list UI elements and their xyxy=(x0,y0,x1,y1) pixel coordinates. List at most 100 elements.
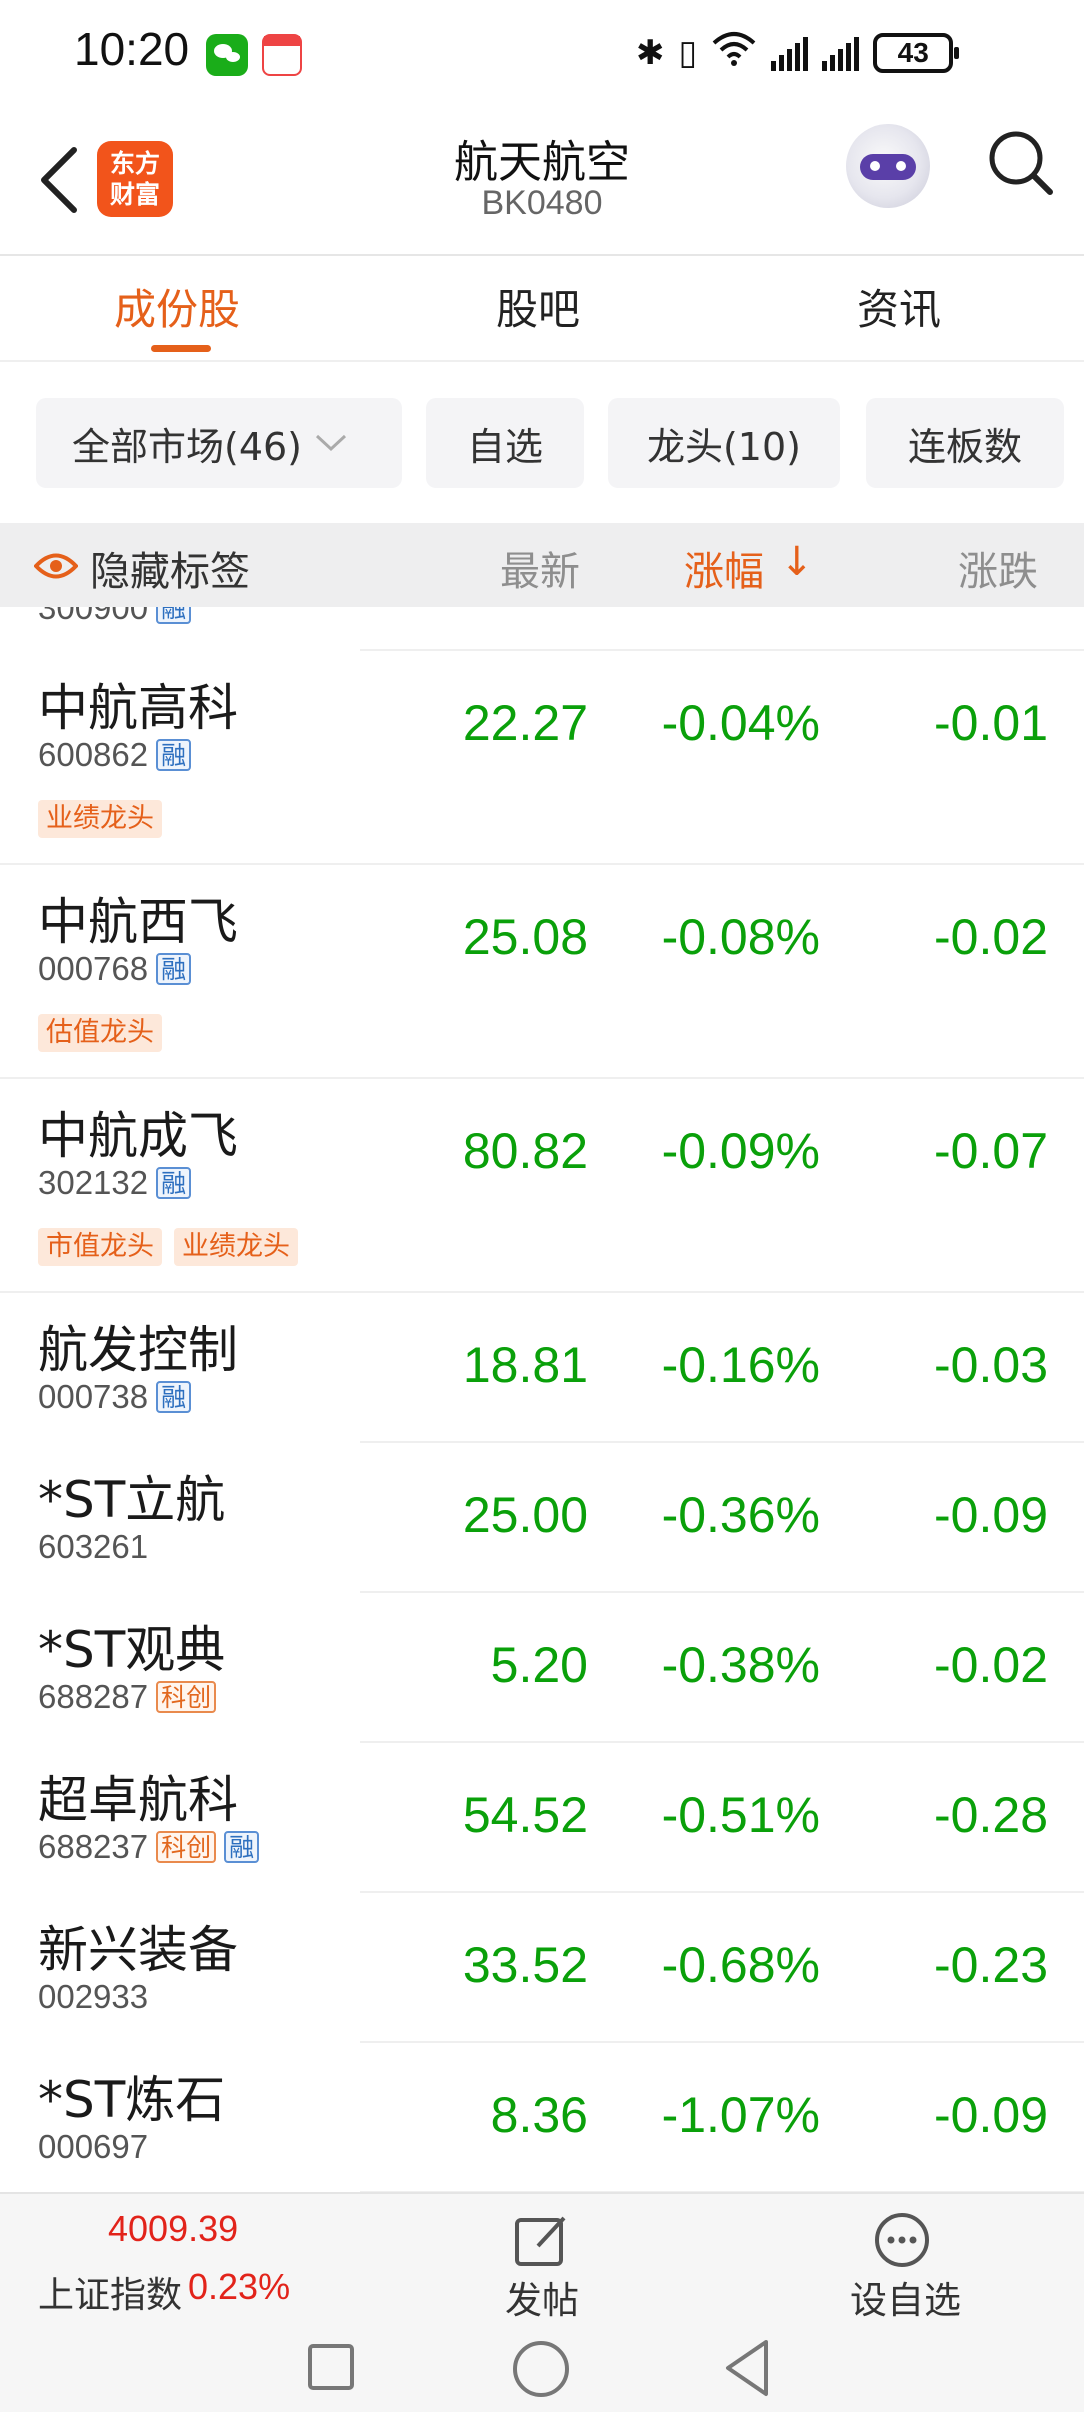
index-value[interactable]: 4009.39 xyxy=(108,2208,238,2250)
column-change-pct[interactable]: 涨幅 xyxy=(684,539,764,597)
leader-badge: 估值龙头 xyxy=(38,1014,162,1052)
stock-change-pct: -0.68% xyxy=(661,1937,820,1993)
stock-change: -0.23 xyxy=(934,1937,1048,1993)
stock-code: 302132 xyxy=(38,1164,149,1201)
margin-tag: 融 xyxy=(224,1831,260,1863)
market-filter-dropdown[interactable]: 全部市场(46) xyxy=(36,398,402,488)
stock-row[interactable]: 超卓航科 688237 科创融 54.52 -0.51% -0.28 xyxy=(0,1742,1084,1893)
margin-tag: 融 xyxy=(156,1167,192,1199)
post-button-label[interactable]: 发帖 xyxy=(505,2270,579,2324)
stock-row[interactable]: *ST立航 603261 25.00 -0.36% -0.09 xyxy=(0,1442,1084,1593)
stock-price: 5.20 xyxy=(490,1637,588,1693)
margin-tag: 融 xyxy=(156,739,192,771)
market-filter-label: 全部市场(46) xyxy=(72,424,303,469)
add-favorite-label[interactable]: 设自选 xyxy=(850,2270,961,2324)
status-time: 10:20 xyxy=(74,23,190,75)
stock-price: 80.82 xyxy=(462,1123,588,1179)
sort-arrow-icon: ↓ xyxy=(780,539,814,585)
stock-name: 中航高科 xyxy=(38,679,238,737)
nav-back-icon[interactable] xyxy=(722,2338,772,2398)
signal-icon-2 xyxy=(822,35,860,71)
stock-code: 300900 xyxy=(38,607,149,626)
column-latest[interactable]: 最新 xyxy=(500,539,580,597)
index-change[interactable]: 0.23% xyxy=(188,2266,290,2308)
stock-row[interactable]: *ST观典 688287 科创 5.20 -0.38% -0.02 xyxy=(0,1592,1084,1743)
search-icon xyxy=(989,131,1053,195)
assistant-robot-icon[interactable] xyxy=(846,124,930,208)
search-button[interactable] xyxy=(986,128,1056,198)
home-icon[interactable] xyxy=(513,2341,569,2397)
hide-tags-toggle[interactable]: 隐藏标签 xyxy=(90,539,250,597)
stock-row[interactable]: 航发控制 000738 融 18.81 -0.16% -0.03 xyxy=(0,1292,1084,1443)
partial-row: 300900 融 xyxy=(38,607,238,627)
stock-change: -0.01 xyxy=(934,695,1048,751)
header-divider xyxy=(0,254,1084,256)
leaders-filter-button[interactable]: 龙头(10) xyxy=(608,398,840,488)
leader-badge: 市值龙头 xyxy=(38,1228,162,1266)
more-dots-icon[interactable] xyxy=(874,2212,930,2268)
stock-name: 中航西飞 xyxy=(38,893,238,951)
tab-news[interactable]: 资讯 xyxy=(857,276,941,337)
stock-name: 航发控制 xyxy=(38,1321,238,1379)
tab-constituents[interactable]: 成份股 xyxy=(114,276,240,337)
tab-forum[interactable]: 股吧 xyxy=(496,276,580,337)
stock-change-pct: -1.07% xyxy=(661,2087,820,2143)
column-header: 隐藏标签 最新 涨幅 ↓ 涨跌 xyxy=(0,523,1084,607)
bluetooth-icon: ✱ xyxy=(636,33,665,73)
tab-active-indicator xyxy=(151,345,211,352)
tabs-divider xyxy=(0,360,1084,362)
leader-badge: 业绩龙头 xyxy=(174,1228,298,1266)
stock-code: 000738 xyxy=(38,1378,149,1415)
streak-filter-button[interactable]: 连板数 xyxy=(866,398,1064,488)
star-market-tag: 科创 xyxy=(156,1831,217,1863)
stock-change: -0.28 xyxy=(934,1787,1048,1843)
stock-price: 54.52 xyxy=(462,1787,588,1843)
stock-code: 603261 xyxy=(38,1528,149,1565)
calendar-icon xyxy=(262,34,302,76)
stock-code: 002933 xyxy=(38,1978,149,2015)
stock-row[interactable]: 新兴装备 002933 33.52 -0.68% -0.23 xyxy=(0,1892,1084,2043)
stock-row[interactable]: 中航西飞 000768 融估值龙头 25.08 -0.08% -0.02 xyxy=(0,864,1084,1079)
stock-change-pct: -0.38% xyxy=(661,1637,820,1693)
stock-price: 8.36 xyxy=(490,2087,588,2143)
signal-icon xyxy=(771,35,809,71)
stock-change: -0.03 xyxy=(934,1337,1048,1393)
wifi-icon xyxy=(711,31,757,76)
status-icons: ✱ ▯ 43 xyxy=(636,28,960,78)
eye-icon[interactable] xyxy=(33,545,79,591)
margin-tag: 融 xyxy=(156,953,192,985)
watchlist-filter-button[interactable]: 自选 xyxy=(426,398,584,488)
stock-change-pct: -0.36% xyxy=(661,1487,820,1543)
stock-price: 25.00 xyxy=(462,1487,588,1543)
stock-code: 000768 xyxy=(38,950,149,987)
column-change[interactable]: 涨跌 xyxy=(958,539,1038,597)
stock-price: 22.27 xyxy=(462,695,588,751)
stock-change-pct: -0.16% xyxy=(661,1337,820,1393)
stock-name: *ST观典 xyxy=(38,1621,226,1679)
stock-change-pct: -0.04% xyxy=(661,695,820,751)
post-edit-icon[interactable] xyxy=(514,2212,572,2268)
stock-row[interactable]: *ST炼石 000697 8.36 -1.07% -0.09 xyxy=(0,2042,1084,2193)
stock-name: 中航成飞 xyxy=(38,1107,238,1165)
stock-code: 000697 xyxy=(38,2128,149,2165)
stock-change-pct: -0.08% xyxy=(661,909,820,965)
margin-tag: 融 xyxy=(156,1381,192,1413)
star-market-tag: 科创 xyxy=(156,1681,217,1713)
stock-change: -0.09 xyxy=(934,2087,1048,2143)
stock-price: 25.08 xyxy=(462,909,588,965)
stock-name: 新兴装备 xyxy=(38,1921,238,1979)
stock-code: 688287 xyxy=(38,1678,149,1715)
stock-change: -0.09 xyxy=(934,1487,1048,1543)
index-name[interactable]: 上证指数 xyxy=(38,2266,182,2318)
recent-apps-icon[interactable] xyxy=(308,2344,354,2390)
stock-row[interactable]: 中航成飞 302132 融市值龙头 业绩龙头 80.82 -0.09% -0.07 xyxy=(0,1078,1084,1293)
battery-icon: 43 xyxy=(873,33,960,73)
chevron-down-icon xyxy=(315,434,347,452)
stock-name: *ST立航 xyxy=(38,1471,226,1529)
stock-change: -0.02 xyxy=(934,909,1048,965)
stock-code: 688237 xyxy=(38,1828,149,1865)
vibrate-icon: ▯ xyxy=(678,33,698,73)
stock-row[interactable]: 中航高科 600862 融业绩龙头 22.27 -0.04% -0.01 xyxy=(0,650,1084,865)
stock-price: 33.52 xyxy=(462,1937,588,1993)
stock-price: 18.81 xyxy=(462,1337,588,1393)
